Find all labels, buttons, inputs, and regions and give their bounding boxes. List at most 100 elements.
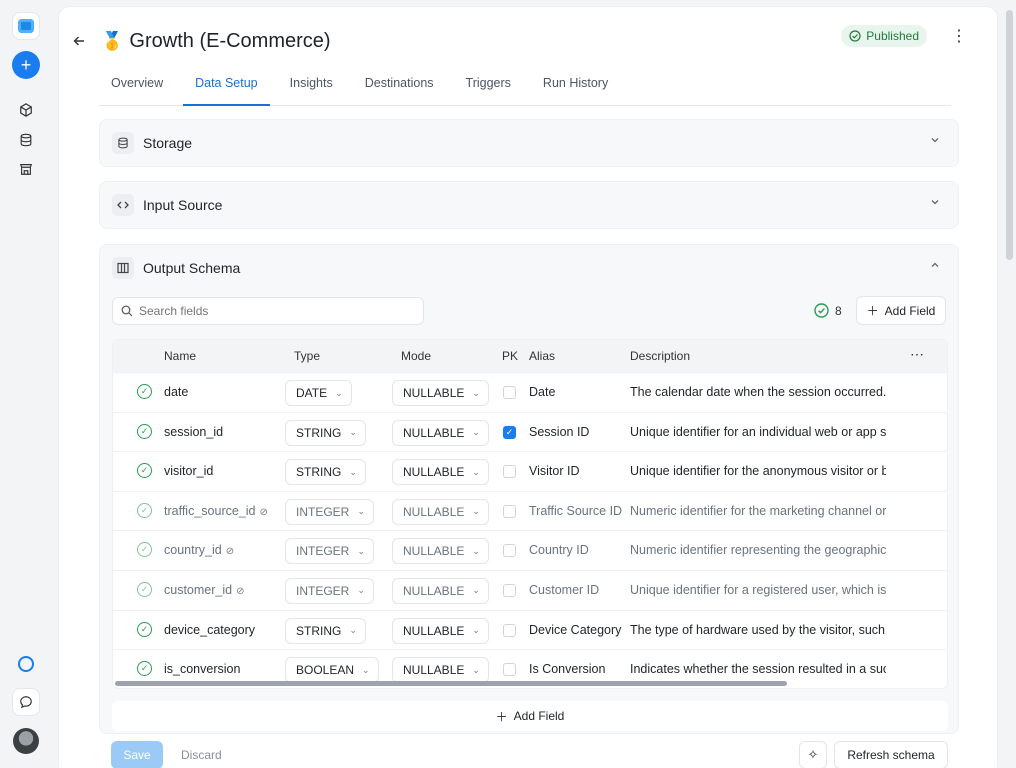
search-input[interactable]: [139, 304, 409, 318]
pk-checkbox[interactable]: [503, 504, 516, 518]
description-field[interactable]: The calendar date when the session occur…: [630, 385, 886, 399]
storage-section[interactable]: Storage: [99, 119, 959, 167]
pk-checkbox[interactable]: ✓: [503, 425, 516, 439]
user-avatar[interactable]: [13, 728, 39, 754]
mode-select[interactable]: NULLABLE ⌄: [392, 459, 489, 486]
table-row[interactable]: ✓ country_id ⊘ INTEGER ⌄ NULLABLE ⌄ Country…: [113, 530, 947, 570]
plus-icon: ＋: [495, 709, 508, 724]
pk-checkbox[interactable]: [503, 386, 516, 399]
field-name: device_category: [164, 622, 256, 637]
page-header: 🥇 Growth (E-Commerce) Published ⋮: [69, 21, 981, 61]
field-name: traffic_source_id ⊘: [164, 503, 268, 518]
pk-checkbox[interactable]: [503, 465, 516, 479]
alias-field[interactable]: Customer ID: [529, 583, 599, 597]
chevron-down-icon: ⌄: [335, 387, 343, 398]
search-icon: [121, 305, 133, 317]
arrow-left-icon: [73, 36, 84, 46]
description-field[interactable]: Indicates whether the session resulted i…: [630, 662, 886, 676]
type-select[interactable]: INTEGER ⌄: [285, 498, 374, 525]
type-select[interactable]: DATE ⌄: [285, 380, 352, 406]
save-button[interactable]: Save: [111, 741, 163, 768]
refresh-schema-button[interactable]: Refresh schema: [834, 741, 948, 768]
tab-overview[interactable]: Overview: [99, 63, 175, 106]
add-field-row-button[interactable]: ＋ Add Field: [112, 701, 948, 731]
chevron-down-icon: ⌄: [349, 625, 357, 636]
type-select[interactable]: STRING ⌄: [285, 617, 366, 644]
status-ring-icon[interactable]: [12, 650, 40, 678]
field-name: session_id: [164, 424, 224, 439]
alias-field[interactable]: Date: [529, 385, 555, 399]
description-field[interactable]: Numeric identifier for the marketing cha…: [630, 504, 886, 518]
description-field[interactable]: The type of hardware used by the visitor…: [630, 623, 886, 637]
description-field[interactable]: Unique identifier for an individual web …: [630, 425, 886, 439]
alias-field[interactable]: Visitor ID: [529, 464, 579, 478]
type-select[interactable]: INTEGER ⌄: [285, 538, 374, 565]
more-vertical-icon[interactable]: ⋮: [949, 24, 969, 48]
tab-data-setup[interactable]: Data Setup: [183, 63, 270, 106]
back-button[interactable]: [69, 31, 89, 51]
tab-run-history[interactable]: Run History: [531, 63, 620, 106]
alias-field[interactable]: Traffic Source ID: [529, 504, 622, 518]
database-icon: [112, 132, 134, 154]
tab-destinations[interactable]: Destinations: [353, 63, 446, 106]
store-icon[interactable]: [12, 155, 40, 183]
chevron-down-icon: ⌄: [349, 427, 357, 438]
table-row[interactable]: ✓ traffic_source_id ⊘ INTEGER ⌄ NULLABLE ⌄ …: [113, 490, 947, 531]
description-field[interactable]: Unique identifier for the anonymous visi…: [630, 464, 886, 478]
code-icon: [112, 194, 134, 216]
search-field[interactable]: [112, 297, 424, 325]
type-select[interactable]: INTEGER ⌄: [285, 577, 374, 604]
chevron-down-icon: ⌄: [472, 506, 480, 517]
page-title: Growth (E-Commerce): [129, 29, 331, 52]
chevron-up-icon[interactable]: [930, 260, 940, 273]
table-row[interactable]: ✓ session_id STRING ⌄ NULLABLE ⌄ ✓ Session…: [113, 411, 947, 452]
chat-icon[interactable]: [12, 688, 40, 716]
type-select[interactable]: BOOLEAN ⌄: [285, 657, 379, 684]
app-logo-icon[interactable]: [12, 12, 40, 40]
create-new-button[interactable]: +: [12, 51, 40, 79]
type-select[interactable]: STRING ⌄: [285, 459, 366, 486]
description-field[interactable]: Numeric identifier representing the geog…: [630, 543, 886, 557]
cube-icon[interactable]: [12, 96, 40, 124]
alias-field[interactable]: Session ID: [529, 425, 589, 439]
description-field[interactable]: Unique identifier for a registered user,…: [630, 583, 886, 597]
chevron-down-icon: ⌄: [357, 545, 365, 556]
tab-insights[interactable]: Insights: [278, 63, 345, 106]
input-source-section[interactable]: Input Source: [99, 181, 959, 229]
pk-checkbox[interactable]: [503, 583, 516, 597]
table-row[interactable]: ✓ customer_id ⊘ INTEGER ⌄ NULLABLE ⌄ Custom…: [113, 569, 947, 610]
chevron-down-icon: ⌄: [472, 585, 480, 596]
more-horizontal-icon[interactable]: ⋯: [910, 346, 924, 363]
mode-select[interactable]: NULLABLE ⌄: [392, 617, 489, 644]
tab-triggers[interactable]: Triggers: [454, 63, 523, 106]
pk-checkbox[interactable]: [503, 544, 516, 558]
chevron-down-icon: ⌄: [472, 664, 480, 675]
pk-checkbox[interactable]: [503, 623, 516, 637]
alias-field[interactable]: Country ID: [529, 543, 589, 557]
mode-select[interactable]: NULLABLE ⌄: [392, 498, 489, 525]
table-row[interactable]: ✓ device_category STRING ⌄ NULLABLE ⌄ Devi…: [113, 609, 947, 650]
page-scrollbar[interactable]: [1006, 10, 1013, 260]
type-select[interactable]: STRING ⌄: [285, 419, 366, 446]
table-row[interactable]: ✓ date DATE ⌄ NULLABLE ⌄ Date The calendar…: [113, 372, 947, 412]
alias-field[interactable]: Device Category: [529, 623, 621, 637]
section-title: Storage: [143, 135, 193, 151]
alias-field[interactable]: Is Conversion: [529, 662, 605, 676]
field-name: country_id ⊘: [164, 543, 235, 558]
chevron-down-icon: ⌄: [362, 664, 370, 675]
status-badge: Published: [841, 25, 927, 47]
horizontal-scrollbar[interactable]: [115, 681, 787, 686]
add-field-button[interactable]: ＋ Add Field: [856, 296, 946, 325]
chevron-down-icon[interactable]: [930, 197, 940, 210]
mode-select[interactable]: NULLABLE ⌄: [392, 419, 489, 446]
database-icon[interactable]: [12, 126, 40, 154]
mode-select[interactable]: NULLABLE ⌄: [392, 380, 489, 406]
mode-select[interactable]: NULLABLE ⌄: [392, 577, 489, 604]
mode-select[interactable]: NULLABLE ⌄: [392, 538, 489, 565]
mode-select[interactable]: NULLABLE ⌄: [392, 657, 489, 684]
table-row[interactable]: ✓ visitor_id STRING ⌄ NULLABLE ⌄ Visitor I…: [113, 451, 947, 491]
chevron-down-icon[interactable]: [930, 135, 940, 148]
pk-checkbox[interactable]: [503, 663, 516, 677]
sparkle-icon[interactable]: ✧: [799, 741, 827, 768]
discard-button[interactable]: Discard: [181, 748, 222, 762]
